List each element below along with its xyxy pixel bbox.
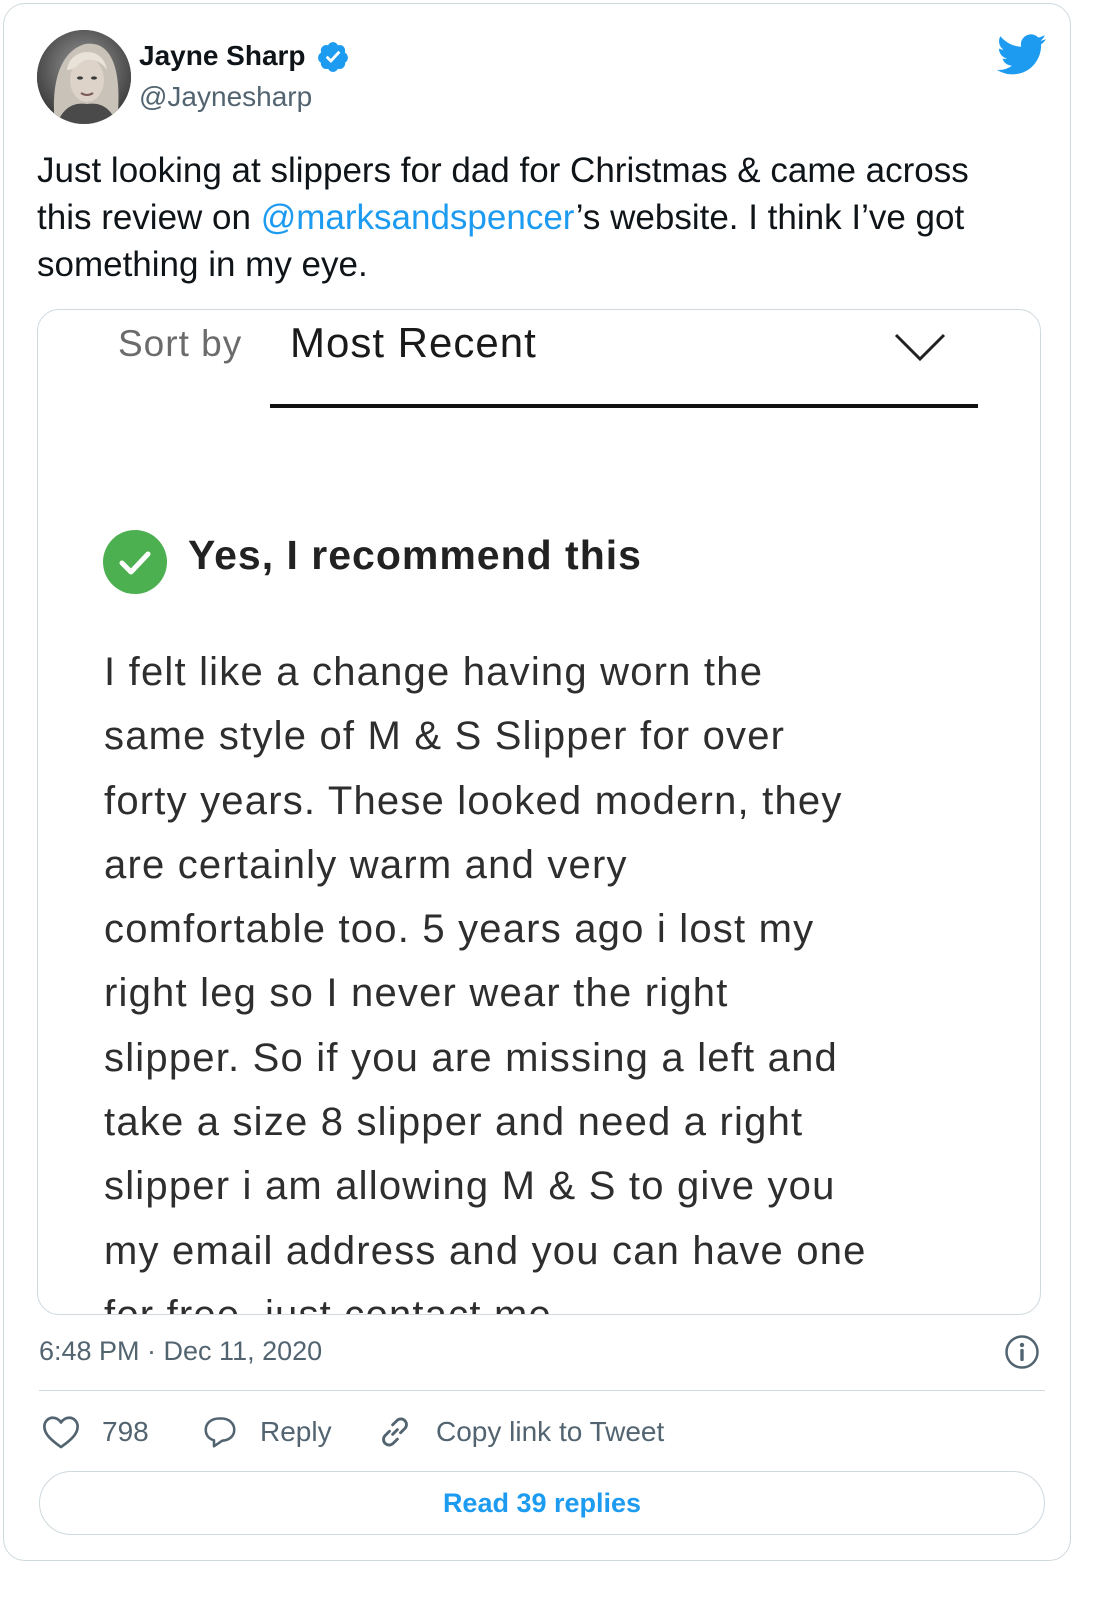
- review-line: right leg so I never wear the right: [104, 971, 729, 1016]
- mention-link[interactable]: @marksandspencer: [261, 198, 576, 237]
- review-line: take a size 8 slipper and need a right: [104, 1100, 804, 1145]
- reply-button[interactable]: Reply: [202, 1412, 332, 1452]
- author-handle[interactable]: @Jaynesharp: [139, 81, 312, 113]
- verified-badge-icon: [318, 42, 348, 72]
- attached-image[interactable]: Sort by Most Recent Yes, I recommend thi…: [37, 309, 1041, 1315]
- reply-label: Reply: [260, 1416, 332, 1447]
- review-text: I felt like a change having worn the sam…: [104, 640, 1024, 1315]
- review-line: for free, just contact me: [104, 1292, 552, 1315]
- reply-bubble-icon: [204, 1417, 236, 1448]
- review-line: same style of M & S Slipper for over: [104, 714, 786, 759]
- review-line: my email address and you can have one: [104, 1228, 867, 1273]
- heart-icon: [43, 1416, 79, 1449]
- review-line: are certainly warm and very: [104, 842, 628, 887]
- review-line: slipper i am allowing M & S to give you: [104, 1164, 836, 1209]
- tweet-text: Just looking at slippers for dad for Chr…: [37, 147, 1027, 288]
- review-line: comfortable too. 5 years ago i lost my: [104, 907, 815, 952]
- timestamp[interactable]: 6:48 PM · Dec 11, 2020: [39, 1336, 322, 1367]
- twitter-bird-icon[interactable]: [997, 34, 1047, 76]
- copy-link-label: Copy link to Tweet: [436, 1416, 665, 1447]
- recommend-label: Yes, I recommend this: [188, 532, 642, 578]
- copy-link-button[interactable]: Copy link to Tweet: [376, 1412, 664, 1452]
- like-count: 798: [102, 1416, 149, 1447]
- divider: [39, 1390, 1045, 1391]
- review-line: slipper. So if you are missing a left an…: [104, 1035, 839, 1080]
- sort-underline: [270, 404, 978, 408]
- author-name[interactable]: Jayne Sharp: [139, 40, 306, 72]
- avatar-photo: [37, 30, 131, 124]
- info-icon[interactable]: [1004, 1334, 1040, 1370]
- sort-by-value: Most Recent: [290, 319, 537, 366]
- link-icon: [382, 1417, 408, 1447]
- sort-by-label: Sort by: [118, 323, 243, 364]
- review-line: forty years. These looked modern, they: [104, 778, 843, 823]
- check-circle-icon: [103, 530, 167, 594]
- like-button[interactable]: 798: [42, 1412, 149, 1452]
- read-replies-button[interactable]: Read 39 replies: [39, 1471, 1045, 1535]
- avatar[interactable]: [37, 30, 131, 124]
- review-line: I felt like a change having worn the: [104, 650, 764, 694]
- chevron-down-icon: [894, 333, 946, 362]
- tweet-card: Jayne Sharp @Jaynesharp Just looking at …: [3, 3, 1071, 1561]
